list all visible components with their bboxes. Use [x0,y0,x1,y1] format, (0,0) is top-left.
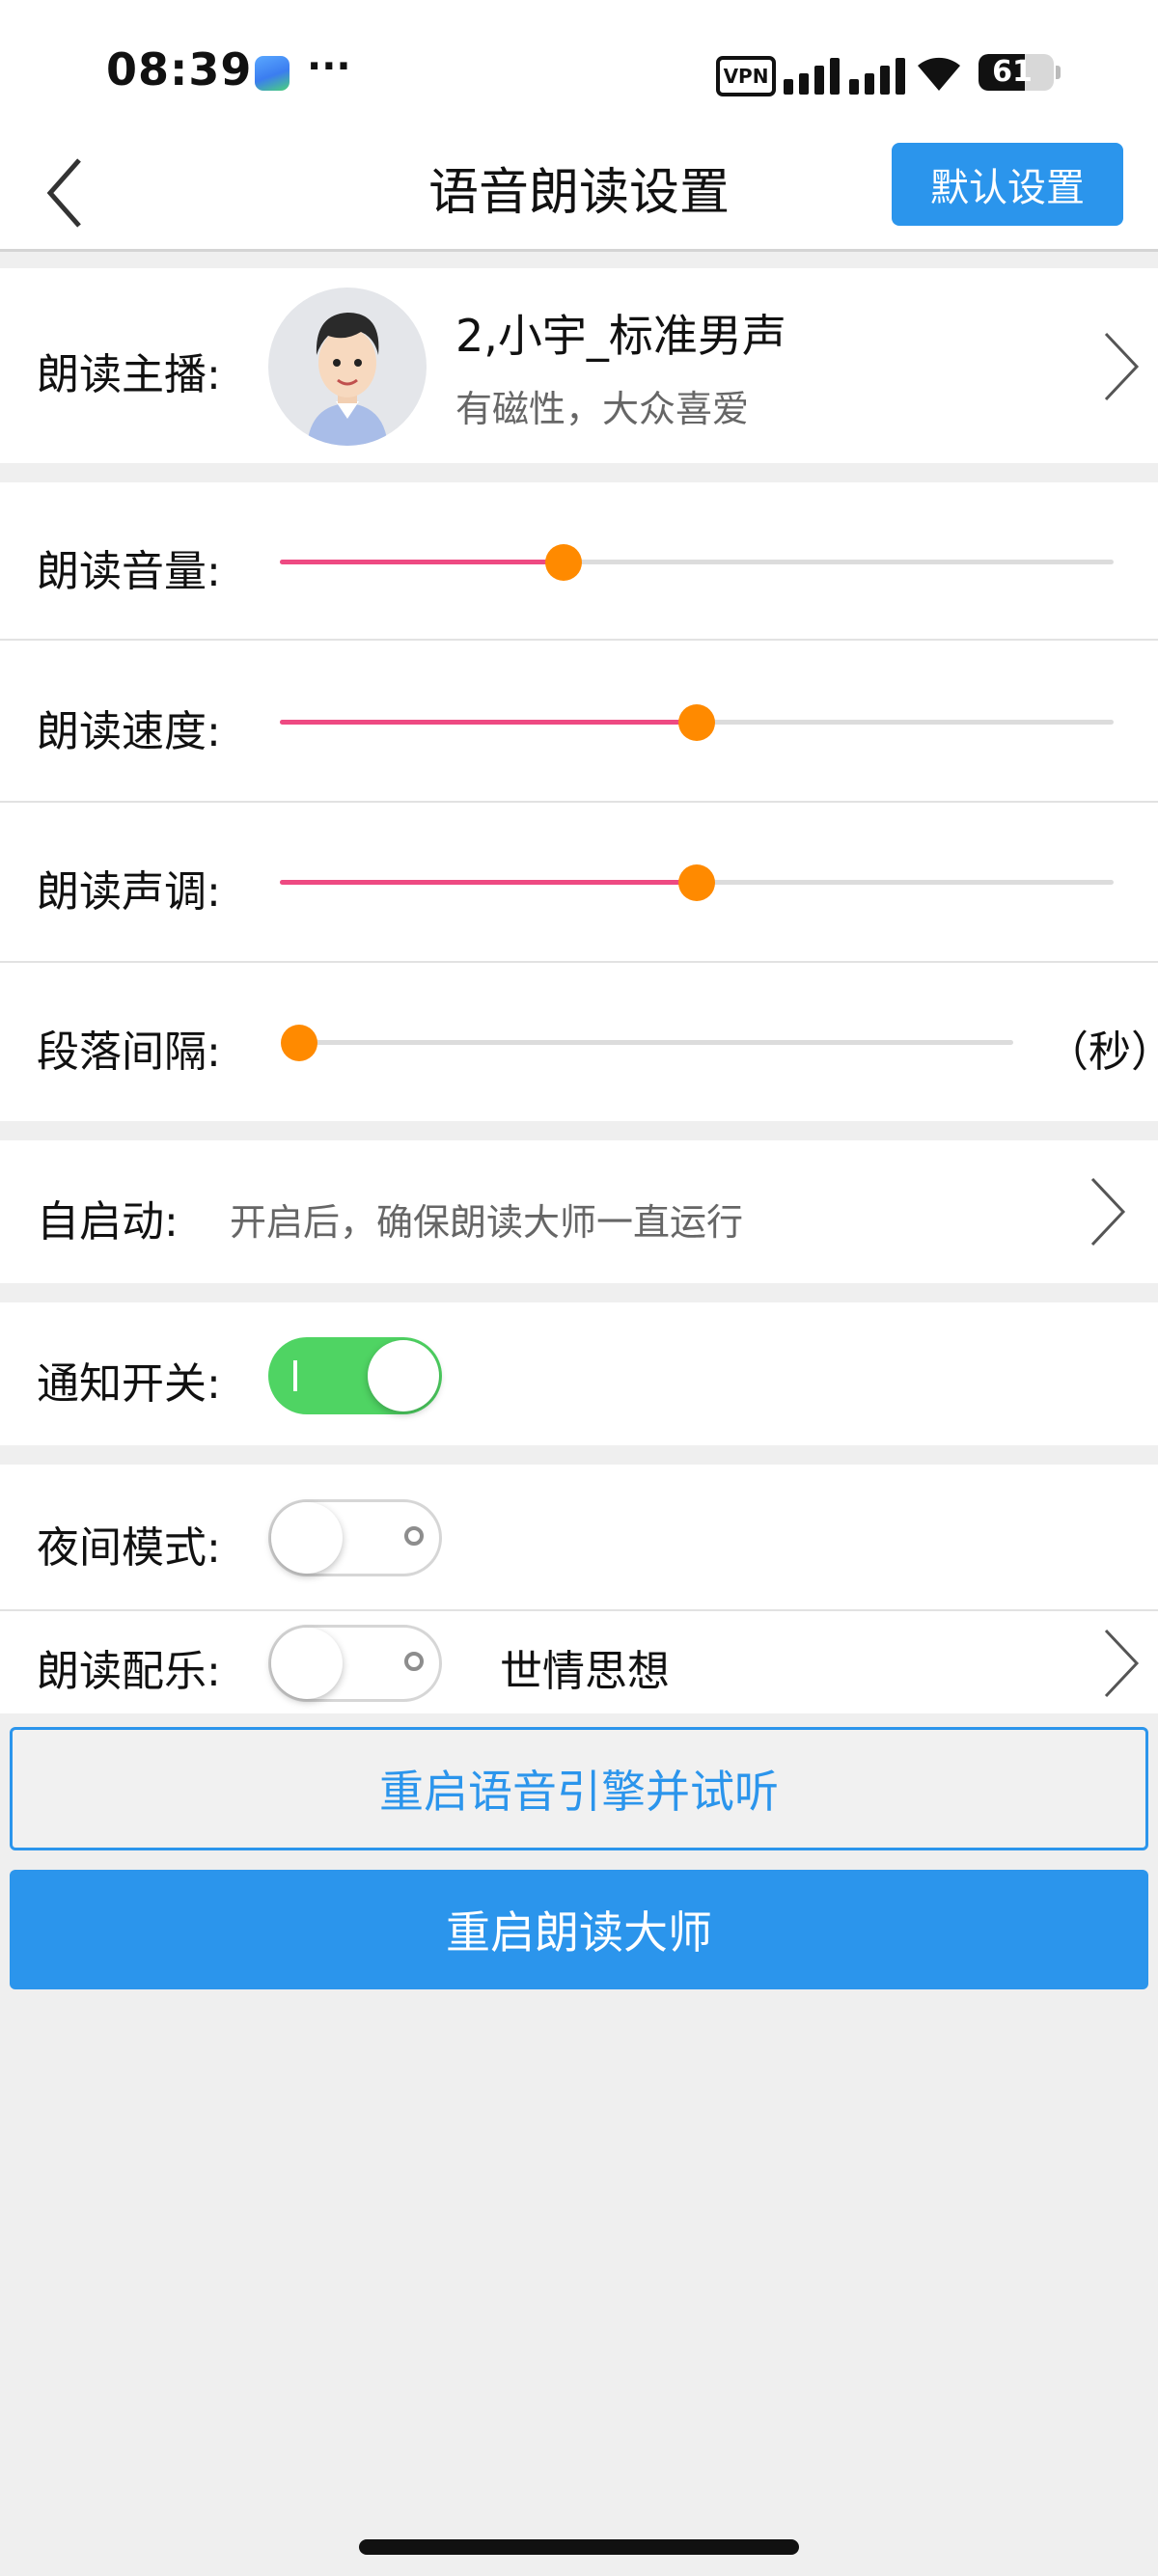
music-chevron-right-icon[interactable] [1100,1623,1143,1704]
battery-icon: 61 [979,54,1054,91]
volume-slider-fill [280,560,564,564]
nav-divider [0,249,1158,252]
row-divider [0,961,1158,963]
volume-label: 朗读音量: [37,547,221,596]
music-label: 朗读配乐: [37,1647,221,1696]
battery-cap [1056,66,1061,79]
night-mode-label: 夜间模式: [37,1523,221,1573]
toggle-knob [271,1628,343,1699]
home-indicator[interactable] [359,2539,799,2555]
volume-slider-thumb[interactable] [545,544,582,581]
toggle-knob [271,1502,343,1574]
anchor-label: 朗读主播: [37,350,221,399]
pitch-slider-fill [280,880,697,885]
default-settings-button[interactable]: 默认设置 [892,143,1123,226]
row-divider [0,1609,1158,1611]
restart-app-button[interactable]: 重启朗读大师 [10,1870,1148,1989]
more-notifications-indicator: ··· [307,44,351,89]
vpn-icon: VPN [716,56,776,96]
interval-slider-thumb[interactable] [281,1025,317,1061]
notification-label: 通知开关: [37,1359,221,1409]
toggle-off-mark [404,1652,424,1671]
interval-unit: （秒） [1046,1028,1158,1077]
anchor-chevron-right-icon[interactable] [1100,326,1143,407]
interval-label: 段落间隔: [37,1028,221,1077]
toggle-off-mark [404,1526,424,1546]
night-mode-toggle[interactable] [268,1499,442,1576]
toggle-knob [368,1340,439,1411]
avatar-illustration [307,313,388,446]
anchor-avatar [268,288,427,446]
restart-engine-button[interactable]: 重启语音引擎并试听 [10,1727,1148,1850]
speed-slider-fill [280,720,697,725]
speed-slider[interactable] [280,704,1114,741]
volume-slider[interactable] [280,544,1114,581]
notification-toggle[interactable] [268,1337,442,1414]
autostart-description: 开启后，确保朗读大师一直运行 [230,1201,744,1244]
row-divider [0,639,1158,641]
anchor-name: 2,小宇_标准男声 [455,310,786,362]
wifi-icon [918,57,960,91]
speed-label: 朗读速度: [37,707,221,756]
autostart-label: 自启动: [37,1197,179,1247]
row-divider [0,801,1158,803]
music-toggle[interactable] [268,1625,442,1702]
interval-slider[interactable] [281,1025,1013,1061]
pitch-slider-thumb[interactable] [678,864,715,901]
cellular-signal-icon [784,56,905,95]
app-notification-icon [255,56,290,91]
interval-slider-track [286,1040,1013,1045]
battery-text: 61 [992,55,1033,89]
autostart-chevron-right-icon[interactable] [1087,1171,1129,1252]
speed-slider-thumb[interactable] [678,704,715,741]
anchor-description: 有磁性，大众喜爱 [455,388,750,430]
pitch-label: 朗读声调: [37,867,221,917]
status-time: 08:39 [106,43,253,96]
music-track-name[interactable]: 世情思想 [500,1636,670,1698]
pitch-slider[interactable] [280,864,1114,901]
toggle-on-mark [293,1360,297,1391]
